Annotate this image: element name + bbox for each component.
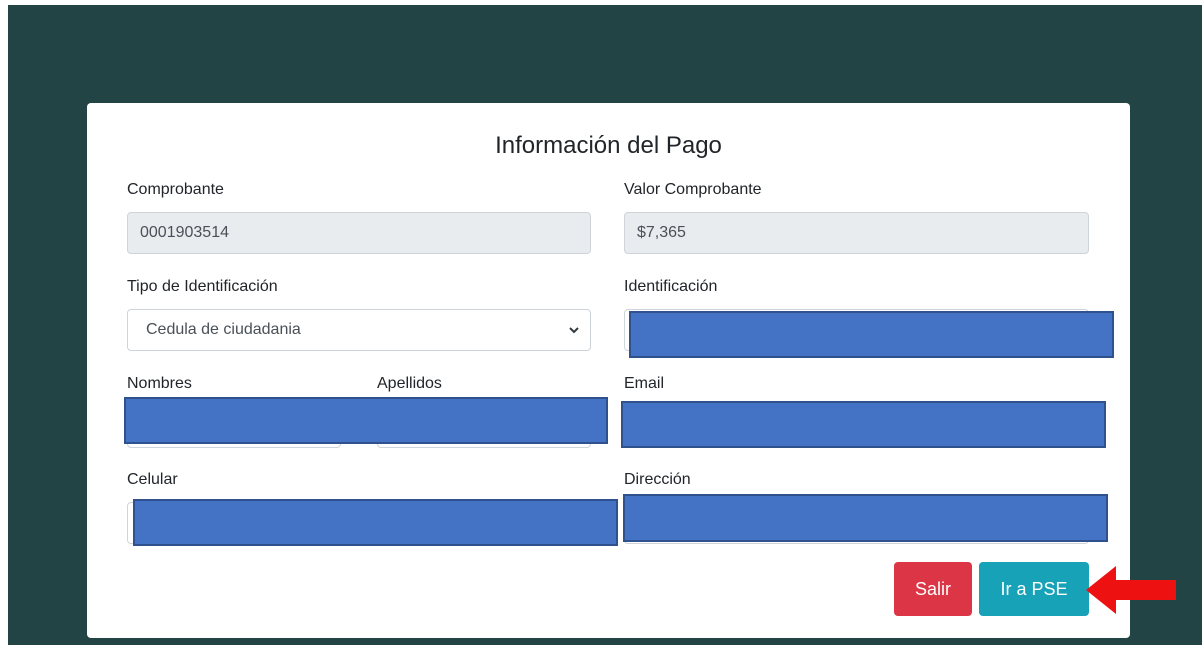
email-redaction (621, 401, 1106, 448)
salir-button[interactable]: Salir (894, 562, 972, 616)
valor-comprobante-value: $7,365 (637, 224, 686, 241)
direccion-label: Dirección (624, 471, 691, 488)
identificacion-redaction (629, 311, 1114, 358)
celular-label: Celular (127, 471, 178, 488)
identificacion-label: Identificación (624, 278, 718, 295)
direccion-redaction (623, 494, 1108, 542)
left-arrow-icon (1086, 566, 1176, 614)
payment-info-card: Información del Pago Comprobante 0001903… (87, 103, 1130, 638)
tipo-identificacion-label: Tipo de Identificación (127, 278, 278, 295)
email-label: Email (624, 375, 665, 392)
page-title: Información del Pago (495, 132, 722, 159)
tipo-identificacion-selected: Cedula de ciudadania (146, 321, 301, 338)
nombres-label: Nombres (127, 375, 192, 392)
valor-comprobante-label: Valor Comprobante (624, 181, 762, 198)
comprobante-value: 0001903514 (140, 224, 229, 241)
tipo-identificacion-select[interactable]: Cedula de ciudadania (127, 309, 591, 351)
chevron-down-icon (569, 327, 579, 334)
valor-comprobante-field[interactable]: $7,365 (624, 212, 1089, 254)
celular-redaction (133, 499, 618, 546)
ir-a-pse-button[interactable]: Ir a PSE (979, 562, 1089, 616)
apellidos-label: Apellidos (377, 375, 442, 392)
comprobante-label: Comprobante (127, 181, 224, 198)
nombres-apellidos-redaction (124, 397, 608, 444)
comprobante-field[interactable]: 0001903514 (127, 212, 591, 254)
